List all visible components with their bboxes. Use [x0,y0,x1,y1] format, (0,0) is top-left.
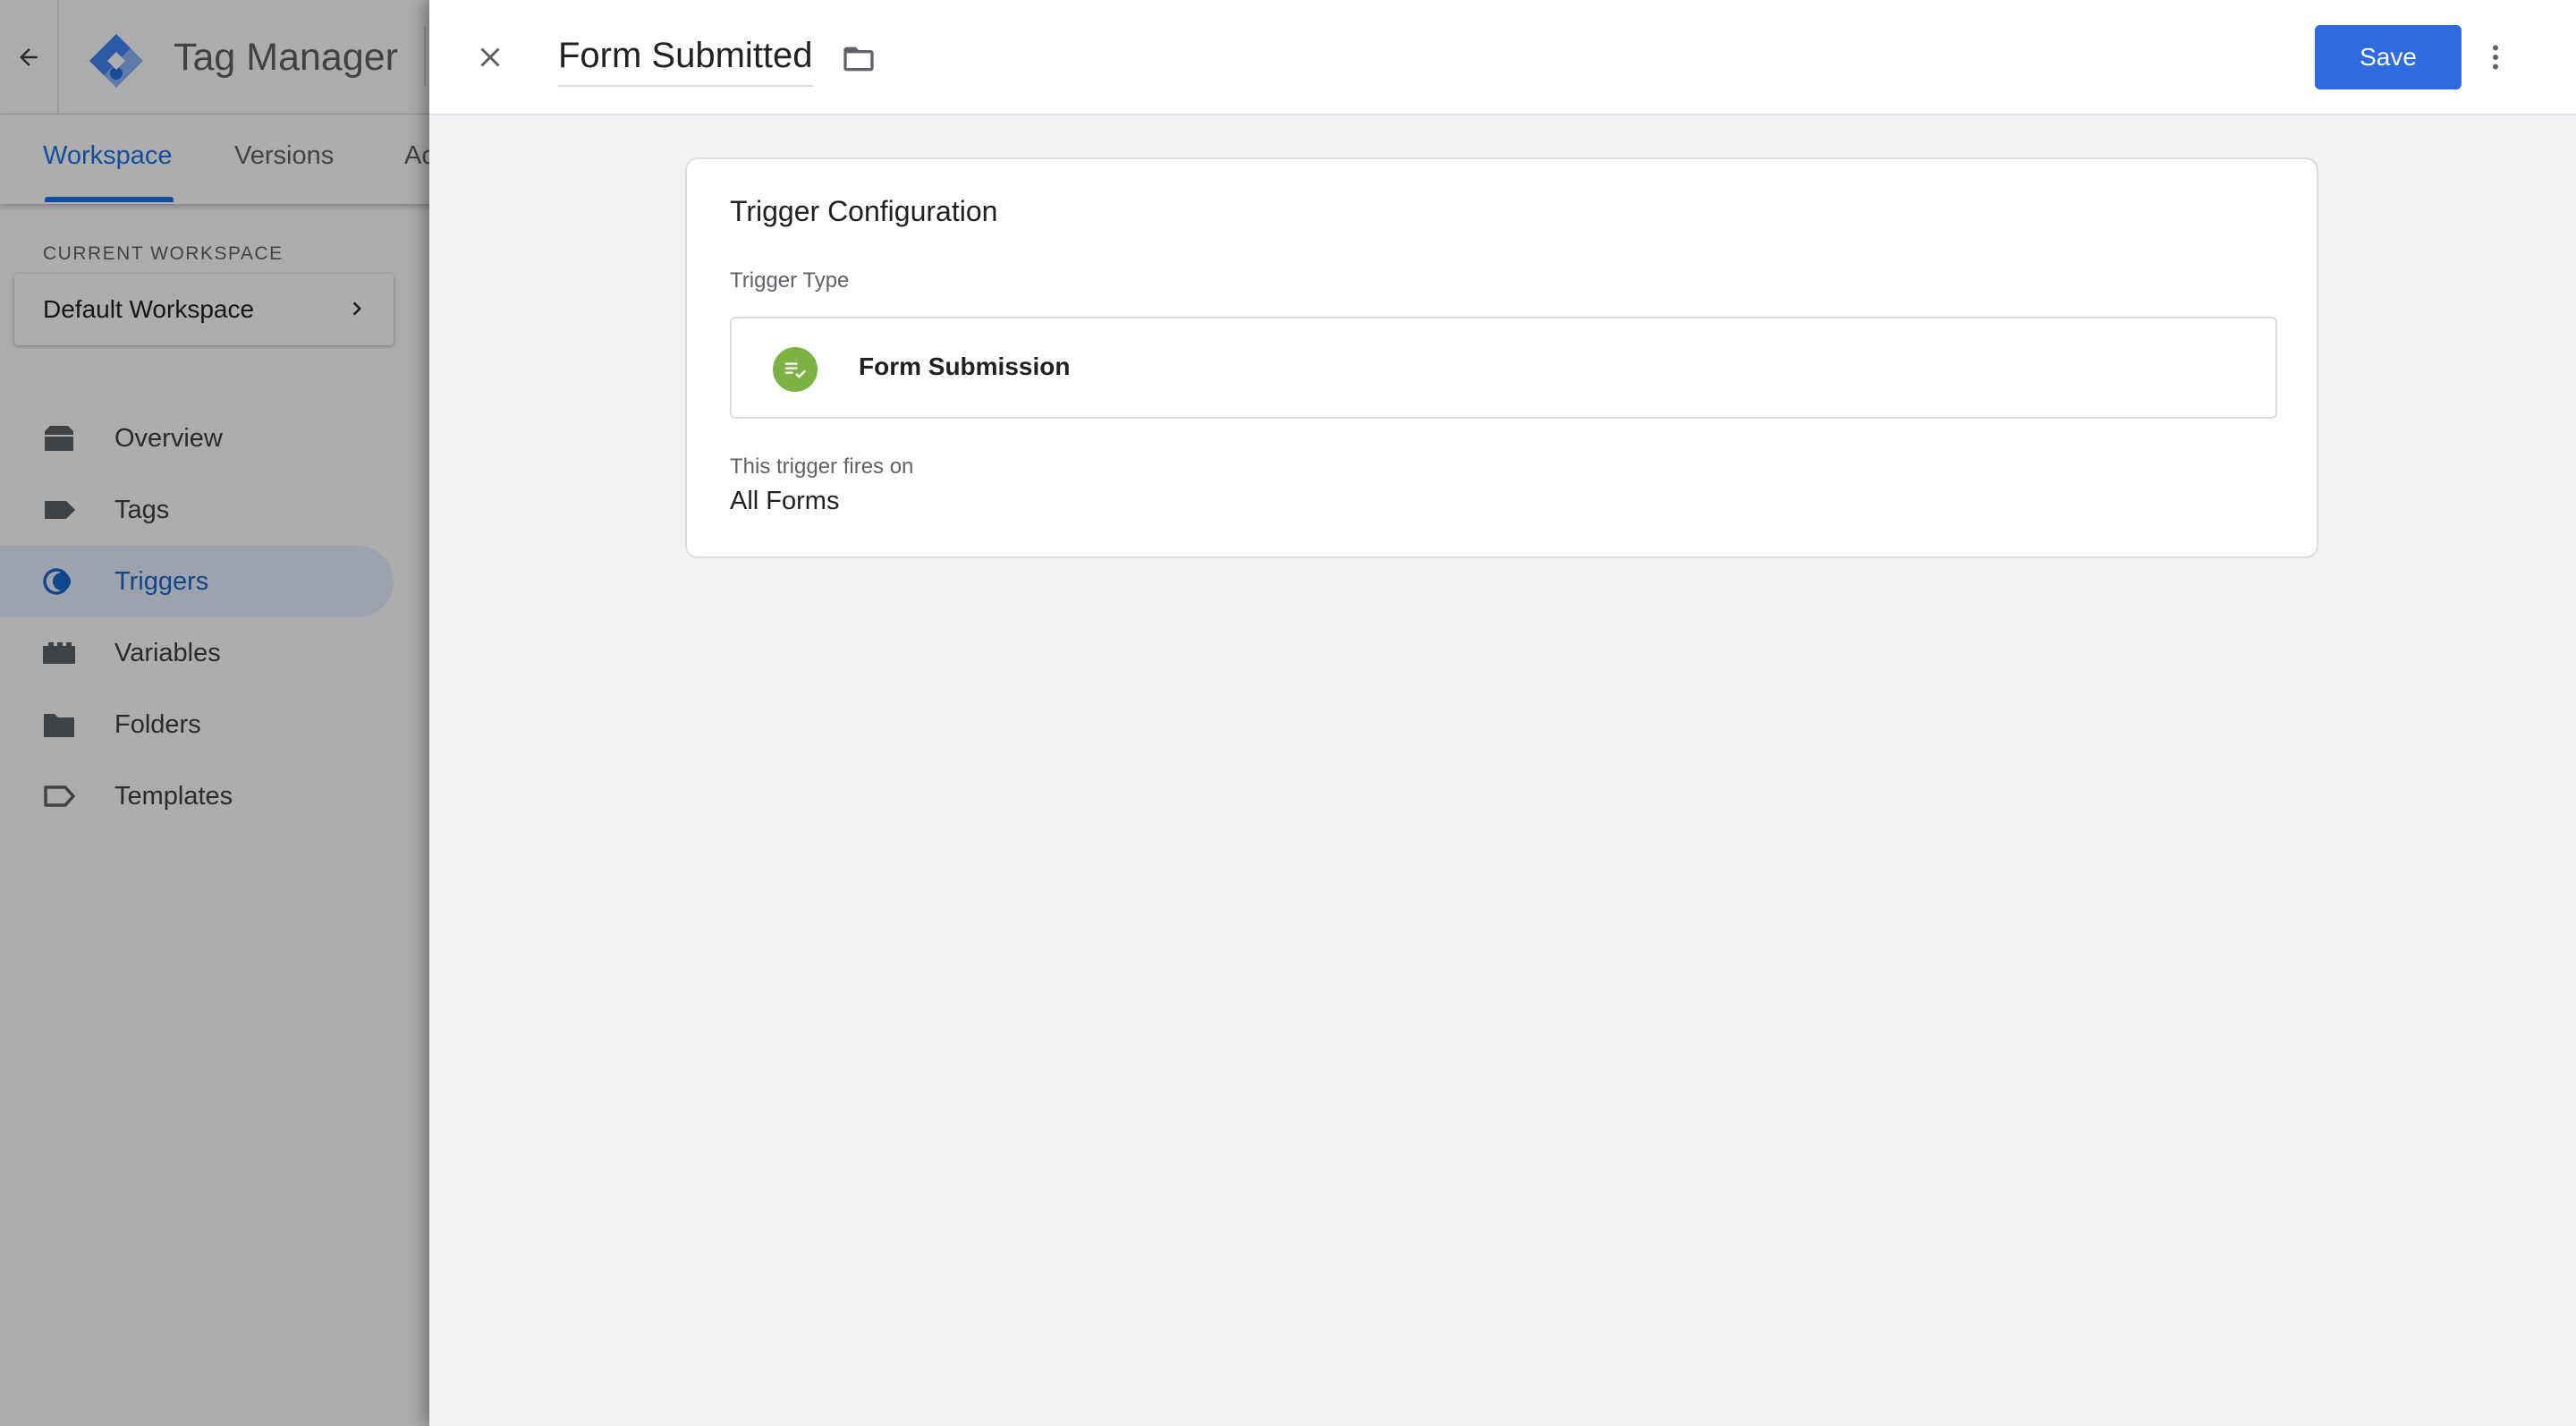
close-icon [480,47,500,67]
trigger-type-selector[interactable]: Form Submission [730,317,2277,419]
sheet-header: Form Submitted Save [429,0,2576,115]
save-button[interactable]: Save [2315,25,2462,89]
fires-on-label: This trigger fires on [730,454,914,479]
folder-outline-icon [843,47,874,72]
trigger-type-label: Trigger Type [730,268,850,293]
trigger-configuration-card[interactable]: Trigger Configuration Trigger Type Form … [685,157,2318,558]
fires-on-value: All Forms [730,487,840,515]
form-submission-icon [773,347,818,392]
more-vert-icon [2493,45,2498,70]
folder-button[interactable] [837,39,880,79]
trigger-type-name: Form Submission [859,352,1071,380]
more-options-button[interactable] [2476,36,2515,79]
card-title: Trigger Configuration [730,195,998,227]
trigger-name-field[interactable]: Form Submitted [558,36,813,87]
trigger-editor-sheet: Form Submitted Save Trigger Configuratio… [429,0,2576,1426]
close-button[interactable] [470,38,510,77]
